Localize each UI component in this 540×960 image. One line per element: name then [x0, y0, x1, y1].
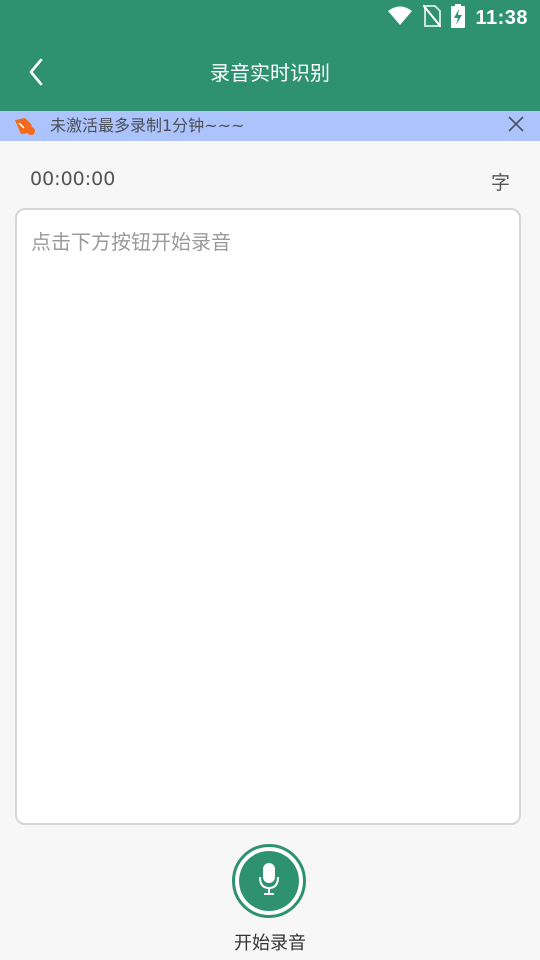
banner-close-button[interactable] — [504, 114, 528, 138]
app-bar: 录音实时识别 — [0, 36, 540, 111]
recording-timer: 00:00:00 — [30, 168, 116, 190]
megaphone-icon — [13, 114, 37, 138]
page-title: 录音实时识别 — [210, 61, 330, 85]
info-row: 00:00:00 字 — [0, 160, 540, 200]
start-recording-label: 开始录音 — [234, 933, 306, 954]
no-sim-icon — [422, 4, 443, 31]
transcript-area[interactable]: 点击下方按钮开始录音 — [15, 208, 521, 825]
wifi-icon — [387, 6, 413, 30]
close-icon — [507, 115, 525, 137]
microphone-icon — [257, 862, 281, 900]
status-icons: 11:38 — [387, 4, 528, 32]
status-bar: 11:38 — [0, 0, 540, 36]
status-time: 11:38 — [475, 6, 528, 29]
transcript-placeholder: 点击下方按钮开始录音 — [31, 230, 231, 254]
battery-charging-icon — [451, 4, 466, 32]
record-button-inner — [239, 851, 299, 911]
banner-text: 未激活最多录制1分钟~~~ — [50, 116, 245, 135]
start-recording-button[interactable] — [232, 844, 306, 918]
activation-banner: 未激活最多录制1分钟~~~ — [0, 111, 540, 141]
word-count-label: 字 — [490, 172, 510, 194]
